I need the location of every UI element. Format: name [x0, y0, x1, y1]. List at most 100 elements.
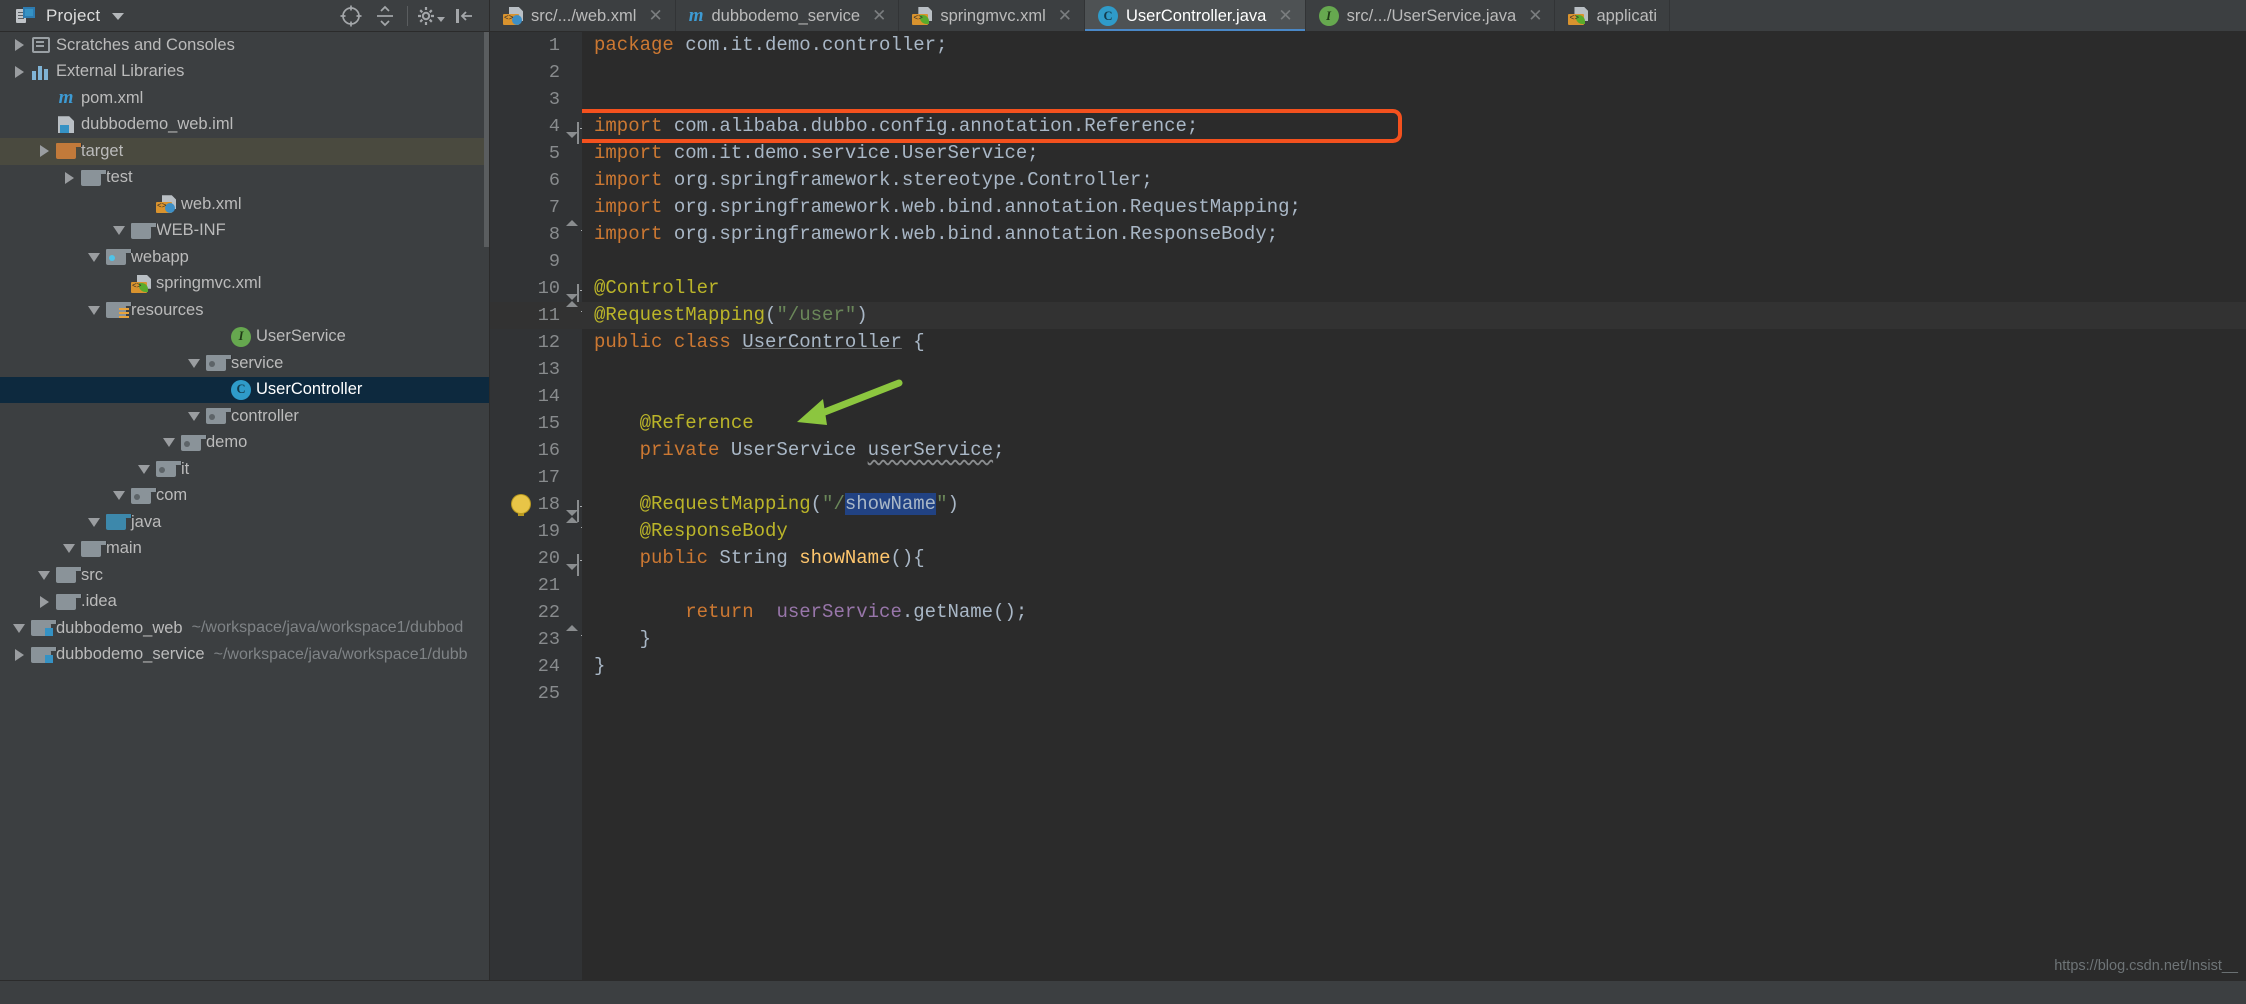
editor-tab-springmvc-xml[interactable]: <> springmvc.xml ✕: [899, 0, 1086, 32]
code-folding-icon[interactable]: [566, 301, 579, 319]
chevron-down-icon[interactable]: [112, 12, 125, 20]
code-line[interactable]: import com.it.demo.service.UserService;: [582, 140, 2246, 167]
expand-arrow-icon[interactable]: [35, 138, 53, 164]
close-icon[interactable]: ✕: [1278, 6, 1292, 26]
collapse-arrow-icon[interactable]: [60, 536, 78, 562]
tree-item-java[interactable]: java: [0, 509, 489, 536]
expand-arrow-icon[interactable]: [10, 59, 28, 85]
collapse-arrow-icon[interactable]: [85, 297, 103, 323]
tree-item-pom-xml[interactable]: m pom.xml: [0, 85, 489, 112]
code-folding-icon[interactable]: [566, 517, 579, 535]
expand-arrow-icon[interactable]: [60, 165, 78, 191]
code-line[interactable]: @ResponseBody: [582, 518, 2246, 545]
tree-item-demo[interactable]: demo: [0, 430, 489, 457]
code-line[interactable]: return userService.getName();: [582, 599, 2246, 626]
editor-gutter[interactable]: 1 2 3 4 5 6 7 8 9 10 11 12 13 14 15 16 17 18 19 20 21 22 23 24 2…: [490, 32, 582, 980]
collapse-arrow-icon[interactable]: [185, 403, 203, 429]
hide-panel-icon[interactable]: [447, 0, 481, 32]
expand-arrow-icon[interactable]: [10, 32, 28, 58]
code-editor[interactable]: 1 2 3 4 5 6 7 8 9 10 11 12 13 14 15 16 17 18 19 20 21 22 23 24 2…: [490, 32, 2246, 980]
code-line[interactable]: @RequestMapping("/showName"): [582, 491, 2246, 518]
close-icon[interactable]: ✕: [1058, 6, 1072, 26]
tree-scrollbar[interactable]: [484, 32, 489, 980]
code-folding-icon[interactable]: [566, 625, 579, 643]
collapse-arrow-icon[interactable]: [10, 615, 28, 641]
editor-tab-application[interactable]: <> applicati: [1555, 0, 1670, 32]
code-token: {: [901, 331, 925, 353]
code-line[interactable]: }: [582, 626, 2246, 653]
collapse-arrow-icon[interactable]: [110, 218, 128, 244]
tree-item-usercontroller[interactable]: C UserController: [0, 376, 489, 403]
tree-item-springmvc-xml[interactable]: <> springmvc.xml: [0, 271, 489, 298]
code-folding-icon[interactable]: [566, 220, 579, 238]
tree-item-main[interactable]: main: [0, 536, 489, 563]
locate-icon[interactable]: [334, 0, 368, 32]
collapse-arrow-icon[interactable]: [160, 430, 178, 456]
tree-item-scratches-and-consoles[interactable]: Scratches and Consoles: [0, 32, 489, 59]
editor-tab-userservice-java[interactable]: I src/.../UserService.java ✕: [1306, 0, 1556, 32]
collapse-arrow-icon[interactable]: [85, 244, 103, 270]
editor-tab-usercontroller-java[interactable]: C UserController.java ✕: [1085, 0, 1306, 32]
code-line[interactable]: import org.springframework.web.bind.anno…: [582, 194, 2246, 221]
tree-item-it[interactable]: it: [0, 456, 489, 483]
code-line[interactable]: [582, 680, 2246, 707]
code-line[interactable]: import com.alibaba.dubbo.config.annotati…: [582, 113, 2246, 140]
tree-item-target[interactable]: target: [0, 138, 489, 165]
tree-item-web-inf[interactable]: WEB-INF: [0, 218, 489, 245]
code-line[interactable]: [582, 59, 2246, 86]
code-line[interactable]: }: [582, 653, 2246, 680]
code-line[interactable]: package com.it.demo.controller;: [582, 32, 2246, 59]
editor-tab-dubbodemo-service[interactable]: m dubbodemo_service ✕: [676, 0, 900, 32]
code-line[interactable]: public class UserController {: [582, 329, 2246, 356]
code-line[interactable]: @RequestMapping("/user"): [582, 302, 2246, 329]
tree-item-controller[interactable]: controller: [0, 403, 489, 430]
close-icon[interactable]: ✕: [872, 6, 886, 26]
code-folding-icon[interactable]: [566, 120, 579, 144]
code-line[interactable]: [582, 464, 2246, 491]
code-line[interactable]: [582, 86, 2246, 113]
close-icon[interactable]: ✕: [648, 6, 662, 26]
code-line[interactable]: [582, 248, 2246, 275]
code-line[interactable]: import org.springframework.stereotype.Co…: [582, 167, 2246, 194]
tree-item-resources[interactable]: resources: [0, 297, 489, 324]
collapse-arrow-icon[interactable]: [110, 483, 128, 509]
code-line[interactable]: public String showName(){: [582, 545, 2246, 572]
tree-item-idea[interactable]: .idea: [0, 589, 489, 616]
code-line[interactable]: import org.springframework.web.bind.anno…: [582, 221, 2246, 248]
close-icon[interactable]: ✕: [1528, 6, 1542, 26]
project-tree[interactable]: Scratches and Consoles External Libraries…: [0, 32, 490, 980]
gutter-line-number: 23: [490, 625, 582, 653]
expand-arrow-icon[interactable]: [10, 642, 28, 668]
tree-item-web-xml[interactable]: <> web.xml: [0, 191, 489, 218]
tree-item-test[interactable]: test: [0, 165, 489, 192]
code-folding-icon[interactable]: [566, 552, 579, 576]
code-line[interactable]: @Controller: [582, 275, 2246, 302]
settings-gear-icon[interactable]: [413, 0, 447, 32]
collapse-arrow-icon[interactable]: [185, 350, 203, 376]
code-area[interactable]: package com.it.demo.controller; import c…: [582, 32, 2246, 980]
tree-item-userservice[interactable]: I UserService: [0, 324, 489, 351]
code-token: @Reference: [594, 412, 754, 434]
tree-item-com[interactable]: com: [0, 483, 489, 510]
tree-item-external-libraries[interactable]: External Libraries: [0, 59, 489, 86]
intention-bulb-icon[interactable]: [512, 495, 530, 516]
code-line[interactable]: private UserService userService;: [582, 437, 2246, 464]
tree-item-webapp[interactable]: webapp: [0, 244, 489, 271]
code-line[interactable]: @Reference: [582, 410, 2246, 437]
collapse-all-icon[interactable]: [368, 0, 402, 32]
tree-item-dubbodemo-service[interactable]: dubbodemo_service ~/workspace/java/worksp…: [0, 642, 489, 669]
collapse-arrow-icon[interactable]: [135, 456, 153, 482]
code-line[interactable]: [582, 383, 2246, 410]
code-line[interactable]: [582, 572, 2246, 599]
collapse-arrow-icon[interactable]: [35, 562, 53, 588]
code-folding-icon[interactable]: [566, 498, 579, 522]
tree-item-dubbodemo-web-iml[interactable]: dubbodemo_web.iml: [0, 112, 489, 139]
editor-tab-web-xml[interactable]: <> src/.../web.xml ✕: [490, 0, 676, 32]
tree-item-service[interactable]: service: [0, 350, 489, 377]
expand-arrow-icon[interactable]: [35, 589, 53, 615]
tree-item-src[interactable]: src: [0, 562, 489, 589]
code-line[interactable]: [582, 356, 2246, 383]
tree-item-dubbodemo-web[interactable]: dubbodemo_web ~/workspace/java/workspace1…: [0, 615, 489, 642]
code-folding-icon[interactable]: [566, 282, 579, 306]
collapse-arrow-icon[interactable]: [85, 509, 103, 535]
